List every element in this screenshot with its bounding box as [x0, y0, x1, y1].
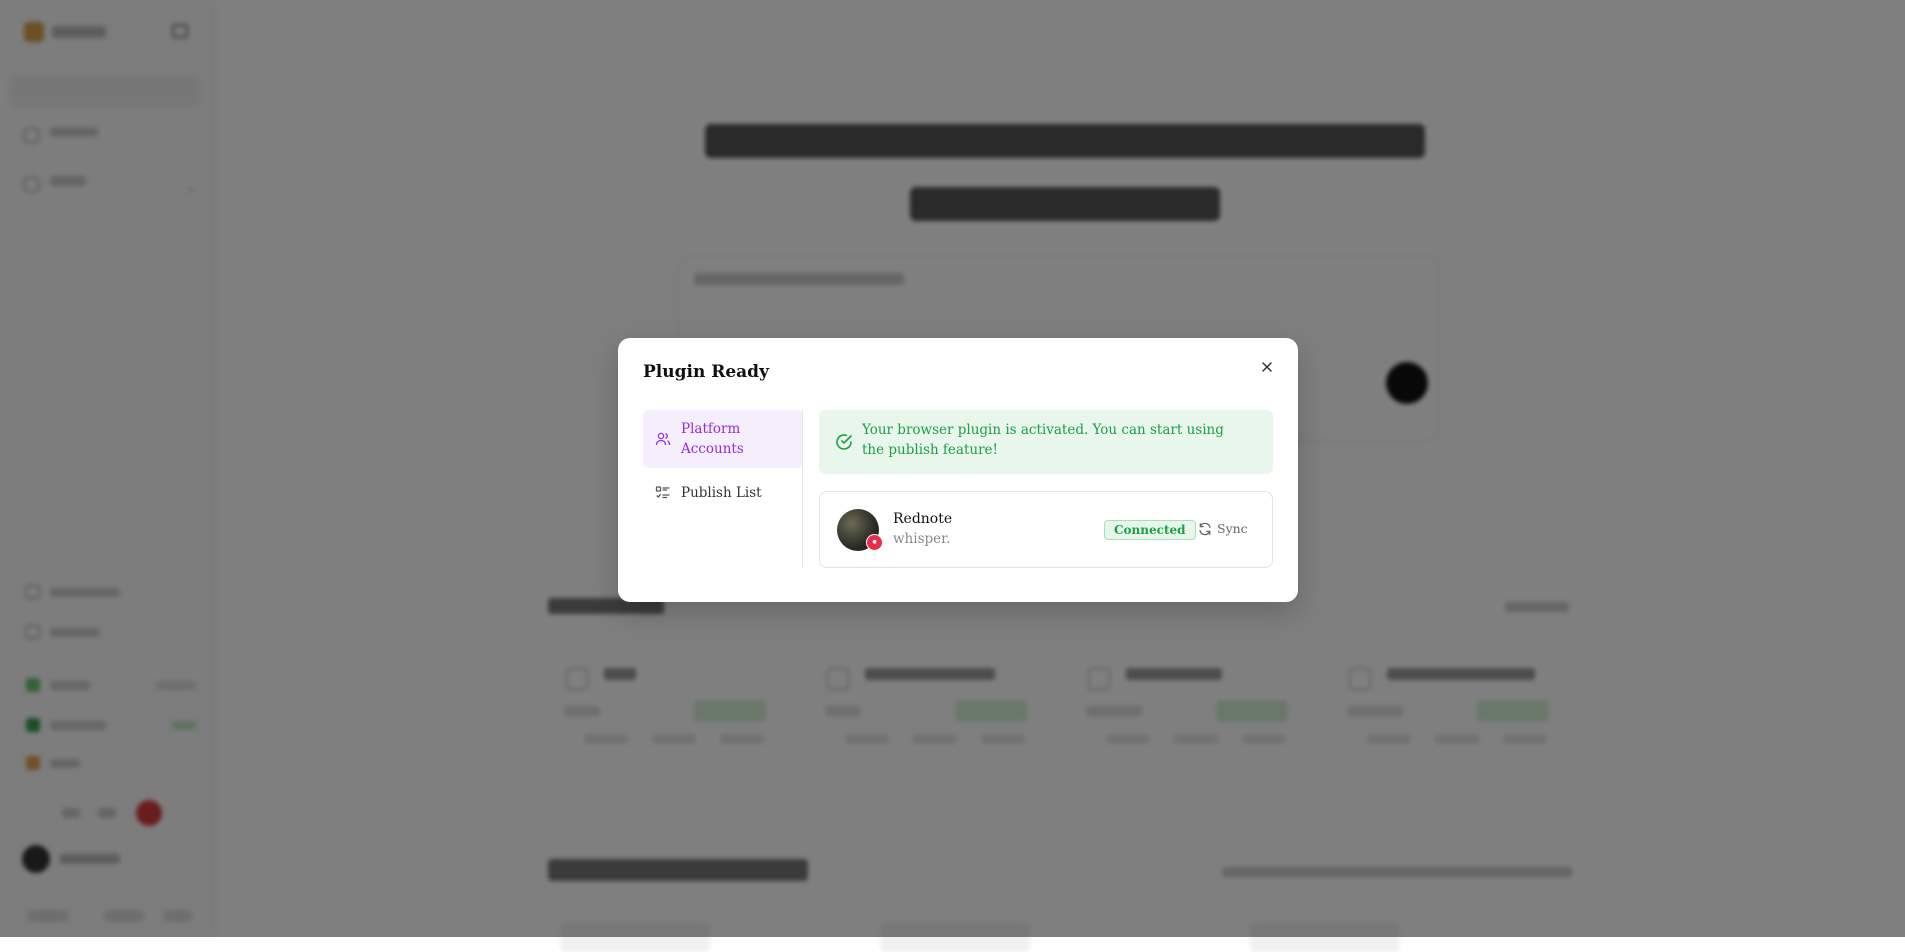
tab-publish-list[interactable]: Publish List [643, 474, 803, 512]
status-badge: Connected [1104, 520, 1196, 540]
tab-label: Platform Accounts [681, 421, 744, 457]
list-icon [655, 486, 670, 499]
success-alert: Your browser plugin is activated. You ca… [819, 410, 1273, 474]
close-icon [1262, 362, 1272, 372]
sync-label: Sync [1217, 521, 1248, 536]
rednote-badge-icon: ● [866, 534, 883, 551]
users-icon [655, 432, 671, 446]
dialog-title: Plugin Ready [643, 362, 769, 382]
account-handle: whisper. [893, 531, 951, 547]
dialog-nav: Platform Accounts Publish List [643, 410, 803, 518]
tab-label: Publish List [681, 485, 762, 501]
divider [802, 410, 803, 568]
tab-platform-accounts[interactable]: Platform Accounts [643, 410, 803, 468]
account-platform: Rednote [893, 511, 953, 527]
close-button[interactable] [1258, 358, 1276, 376]
check-circle-icon [836, 434, 852, 450]
plugin-ready-dialog: Plugin Ready Platform Accounts Publish L… [618, 338, 1298, 602]
refresh-icon [1199, 522, 1211, 535]
alert-message: Your browser plugin is activated. You ca… [862, 422, 1224, 458]
account-card: ● Rednote whisper. Connected Sync [819, 491, 1273, 568]
sync-button[interactable]: Sync [1198, 521, 1248, 536]
